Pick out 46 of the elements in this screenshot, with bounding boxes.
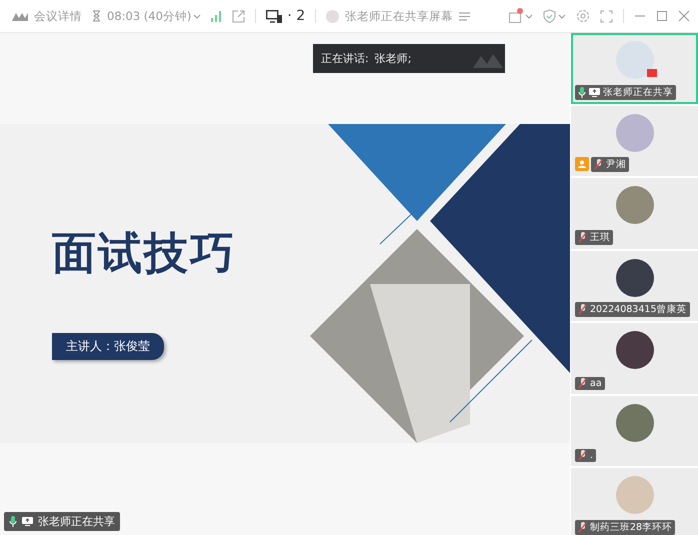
presenter-label: 主讲人：张俊莹: [52, 333, 164, 360]
speaking-label: 正在讲话:: [321, 51, 369, 66]
participant-name: 20224083415曾康英: [590, 303, 686, 316]
list-icon: [459, 12, 470, 20]
hourglass-icon: [92, 10, 101, 22]
participant-tile[interactable]: 尹湘: [571, 106, 698, 176]
security-button[interactable]: [543, 9, 566, 23]
participant-name: 王琪: [590, 230, 610, 244]
avatar: [616, 404, 654, 442]
participant-tile[interactable]: 制药三班28李环环: [571, 468, 698, 535]
avatar: [616, 186, 654, 224]
notification-button[interactable]: [509, 10, 533, 22]
screen-share-icon: [22, 517, 33, 526]
avatar: [616, 476, 654, 514]
participant-tile[interactable]: aa: [571, 323, 698, 394]
signal-bars-icon: [211, 10, 222, 22]
shield-icon: [543, 9, 556, 23]
close-icon[interactable]: [678, 10, 690, 22]
settings-icon[interactable]: [576, 9, 590, 23]
devices-button[interactable]: · 2: [266, 8, 306, 24]
participant-tile[interactable]: 王琪: [571, 178, 698, 248]
maximize-icon[interactable]: [656, 10, 668, 22]
slide-title: 面试技巧: [52, 227, 237, 281]
participant-name: aa: [590, 378, 602, 388]
speaker-name: 张老师;: [374, 51, 412, 66]
participant-name: .: [590, 450, 594, 461]
screen-share-icon: [589, 88, 600, 96]
participant-name: 制药三班28李环环: [590, 520, 672, 534]
avatar: [326, 10, 340, 22]
devices-icon: [266, 10, 282, 22]
participant-name: 张老师正在共享: [603, 86, 673, 98]
sharing-text: 张老师正在共享: [38, 514, 115, 529]
fullscreen-icon[interactable]: [600, 10, 613, 22]
caret-icon[interactable]: [525, 14, 533, 18]
participant-tile[interactable]: 20224083415曾康英: [571, 250, 698, 321]
avatar: [616, 258, 654, 296]
caret-icon[interactable]: [558, 14, 566, 18]
avatar: [616, 331, 654, 369]
participant-name: 尹湘: [606, 158, 626, 171]
notification-icon: [509, 10, 523, 22]
external-link-icon[interactable]: [232, 10, 246, 22]
participant-tile[interactable]: 张老师正在共享: [571, 33, 698, 104]
avatar: [616, 114, 654, 152]
participant-tile[interactable]: .: [571, 396, 698, 466]
logo-icon: [12, 11, 28, 21]
caret-icon[interactable]: [193, 14, 202, 18]
